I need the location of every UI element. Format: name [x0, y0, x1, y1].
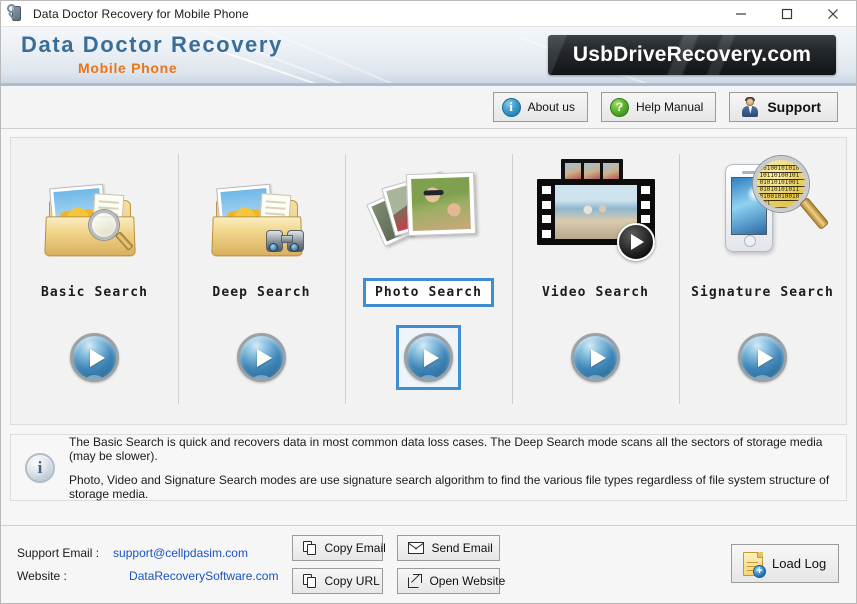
brand-titles: Data Doctor Recovery Mobile Phone	[21, 31, 283, 77]
play-wrap-photo-search	[396, 325, 461, 390]
window-controls	[718, 1, 856, 27]
load-log-label: Load Log	[772, 556, 827, 571]
info-icon: i	[501, 97, 521, 117]
start-signature-search-button[interactable]	[738, 333, 787, 382]
play-wrap-basic-search	[62, 325, 127, 390]
phone-binary-magnifier-icon: 1010010101010110100101010101010010101010…	[679, 146, 846, 278]
support-person-icon	[740, 97, 760, 117]
contact-info: Support Email : support@cellpdasim.com W…	[17, 546, 278, 583]
mode-label-signature-search: Signature Search	[691, 285, 834, 300]
title-bar: Data Doctor Recovery for Mobile Phone	[1, 1, 856, 27]
mode-card-basic-search[interactable]: Basic Search	[11, 138, 178, 424]
website-value[interactable]: DataRecoverySoftware.com	[107, 569, 278, 583]
folder-binoculars-icon	[178, 146, 345, 278]
website-banner: UsbDriveRecovery.com	[548, 35, 836, 75]
info-icon: i	[25, 452, 55, 483]
mode-label-video-search: Video Search	[541, 285, 650, 300]
mode-label-deep-search: Deep Search	[212, 285, 311, 300]
email-web-button-column: Send Email Open Website	[397, 535, 505, 594]
support-email-value[interactable]: support@cellpdasim.com	[107, 546, 278, 560]
copy-icon	[303, 574, 317, 588]
envelope-icon	[408, 542, 425, 554]
close-icon[interactable]	[810, 1, 856, 27]
main-content: Basic Search Deep Search Photo Search Vi…	[1, 129, 856, 525]
copy-icon	[303, 541, 317, 555]
start-photo-search-button[interactable]	[404, 333, 453, 382]
support-button[interactable]: Support	[729, 92, 838, 122]
play-wrap-signature-search	[730, 325, 795, 390]
minimize-icon[interactable]	[718, 1, 764, 27]
copy-button-column: Copy Email Copy URL	[292, 535, 386, 594]
description-line-1: The Basic Search is quick and recovers d…	[69, 434, 823, 463]
mode-card-video-search[interactable]: Video Search	[512, 138, 679, 424]
mode-card-signature-search[interactable]: 1010010101010110100101010101010010101010…	[679, 138, 846, 424]
external-link-icon	[408, 574, 423, 588]
mode-card-photo-search[interactable]: Photo Search	[345, 138, 512, 424]
toolbar: i About us ? Help Manual Support	[1, 86, 856, 129]
description-line-2: Photo, Video and Signature Search modes …	[69, 472, 830, 501]
log-document-icon: +	[743, 551, 766, 578]
film-strip-icon	[512, 146, 679, 278]
brand-title: Data Doctor Recovery	[21, 32, 283, 57]
copy-email-button[interactable]: Copy Email	[292, 535, 386, 561]
play-wrap-video-search	[563, 325, 628, 390]
photo-stack-icon	[345, 146, 512, 278]
website-banner-text: UsbDriveRecovery.com	[572, 43, 812, 66]
play-wrap-deep-search	[229, 325, 294, 390]
app-icon	[6, 3, 28, 25]
folder-magnifier-icon	[11, 146, 178, 278]
about-us-label: About us	[527, 100, 575, 114]
description-text: The Basic Search is quick and recovers d…	[69, 435, 832, 501]
copy-url-label: Copy URL	[324, 574, 380, 588]
footer: Support Email : support@cellpdasim.com W…	[1, 525, 856, 603]
mode-label-basic-search: Basic Search	[40, 285, 149, 300]
start-basic-search-button[interactable]	[70, 333, 119, 382]
start-video-search-button[interactable]	[571, 333, 620, 382]
help-manual-label: Help Manual	[635, 100, 704, 114]
load-log-button[interactable]: + Load Log	[731, 544, 839, 583]
mode-card-deep-search[interactable]: Deep Search	[178, 138, 345, 424]
brand-subtitle: Mobile Phone	[78, 60, 178, 76]
website-label: Website :	[17, 569, 67, 583]
video-play-overlay-icon	[616, 223, 655, 261]
question-icon: ?	[609, 97, 629, 117]
description-panel: i The Basic Search is quick and recovers…	[10, 434, 847, 501]
open-website-label: Open Website	[429, 574, 506, 588]
copy-email-label: Copy Email	[324, 541, 386, 555]
search-modes-panel: Basic Search Deep Search Photo Search Vi…	[10, 137, 847, 425]
copy-url-button[interactable]: Copy URL	[292, 568, 384, 594]
mode-label-photo-search: Photo Search	[362, 278, 495, 307]
brand-header: Data Doctor Recovery Mobile Phone UsbDri…	[1, 27, 856, 86]
support-label: Support	[767, 99, 821, 115]
start-deep-search-button[interactable]	[237, 333, 286, 382]
maximize-icon[interactable]	[764, 1, 810, 27]
application-window: Data Doctor Recovery for Mobile Phone Da…	[0, 0, 857, 604]
about-us-button[interactable]: i About us	[492, 92, 588, 122]
send-email-button[interactable]: Send Email	[397, 535, 501, 561]
help-manual-button[interactable]: ? Help Manual	[600, 92, 717, 122]
support-email-label: Support Email :	[17, 546, 100, 560]
open-website-button[interactable]: Open Website	[397, 568, 505, 594]
window-title: Data Doctor Recovery for Mobile Phone	[33, 6, 249, 21]
send-email-label: Send Email	[431, 541, 493, 555]
